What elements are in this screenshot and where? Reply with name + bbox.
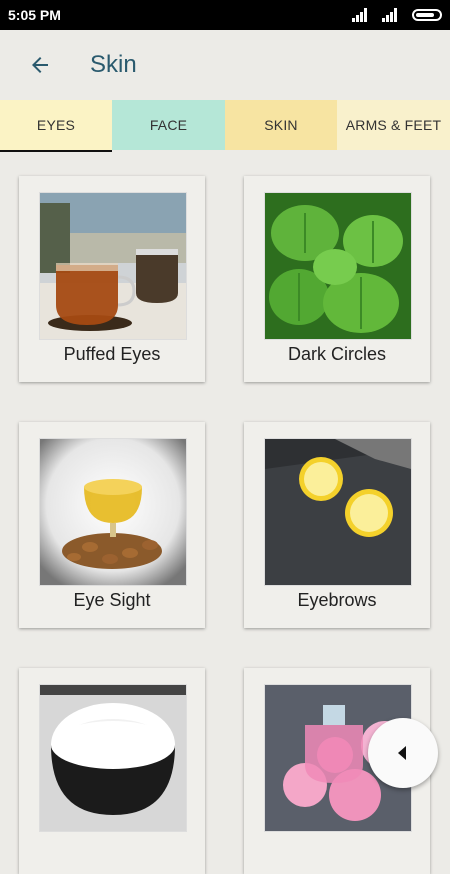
tab-skin[interactable]: SKIN (225, 100, 337, 150)
card-dark-circles[interactable]: Dark Circles (244, 176, 430, 382)
tab-label: EYES (36, 117, 76, 133)
mint-leaves-photo (264, 192, 412, 340)
card-cream[interactable] (19, 668, 205, 874)
almond-oil-photo (39, 438, 187, 586)
collapse-fab-button[interactable] (368, 718, 438, 788)
card-eyebrows[interactable]: Eyebrows (244, 422, 430, 628)
tab-face[interactable]: FACE (112, 100, 225, 150)
tab-label: ARMS & FEET (345, 117, 442, 133)
card-label: Puffed Eyes (63, 344, 161, 364)
category-tabs: EYES FACE SKIN ARMS & FEET (0, 100, 450, 152)
signal-icon (352, 8, 370, 22)
page-title: Skin (90, 51, 137, 78)
play-left-icon (398, 746, 406, 760)
back-button[interactable] (18, 45, 62, 85)
app-bar: Skin (0, 30, 450, 100)
status-time: 5:05 PM (8, 7, 61, 23)
cream-jar-photo (39, 684, 187, 832)
battery-icon (412, 9, 442, 21)
signal-icon (382, 8, 400, 22)
tab-arms-feet[interactable]: ARMS & FEET (337, 100, 450, 150)
card-label: Eye Sight (73, 590, 151, 610)
card-label: Eyebrows (297, 590, 377, 610)
lemon-slices-photo (264, 438, 412, 586)
arrow-left-icon (32, 57, 48, 73)
card-eye-sight[interactable]: Eye Sight (19, 422, 205, 628)
status-bar: 5:05 PM (0, 0, 450, 30)
tea-cup-photo (39, 192, 187, 340)
card-label: Dark Circles (287, 344, 386, 364)
tab-label: FACE (149, 117, 188, 133)
tab-eyes[interactable]: EYES (0, 100, 112, 152)
tab-label: SKIN (264, 117, 298, 133)
card-puffed-eyes[interactable]: Puffed Eyes (19, 176, 205, 382)
